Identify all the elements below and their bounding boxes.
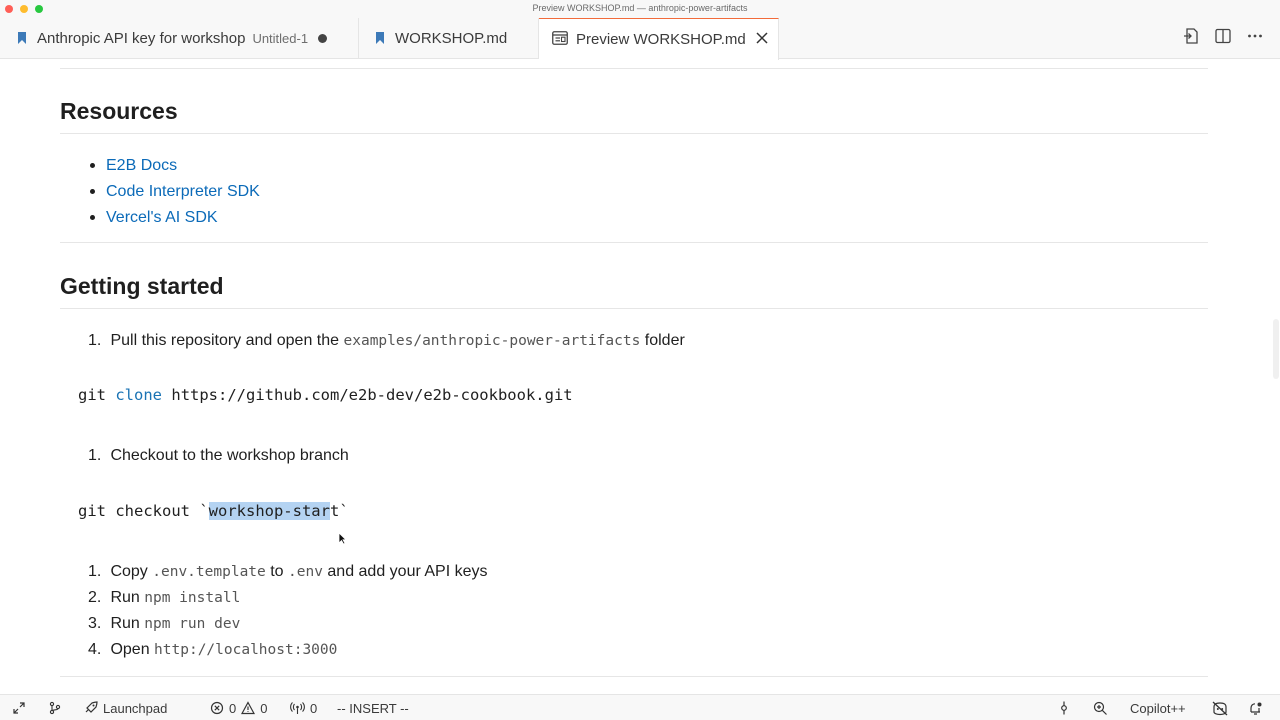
resources-list: E2B Docs Code Interpreter SDK Vercel's A…: [90, 158, 260, 236]
step-text: to: [270, 563, 284, 580]
split-editor-icon[interactable]: [1214, 27, 1232, 50]
git-graph-icon: [48, 701, 62, 715]
status-bar: Launchpad 0 0 0 -- INSERT -- Copilot++: [0, 694, 1280, 720]
zoom-icon: [1093, 701, 1108, 716]
launchpad-button[interactable]: Launchpad: [83, 695, 167, 720]
vertical-scrollbar[interactable]: [1270, 59, 1280, 692]
mouse-cursor-icon: [338, 532, 347, 545]
divider: [60, 308, 1208, 309]
launchpad-label: Launchpad: [103, 700, 168, 716]
scrollbar-thumb[interactable]: [1273, 319, 1279, 379]
copilot-off-icon: [1211, 701, 1229, 716]
vercel-ai-sdk-link[interactable]: Vercel's AI SDK: [106, 209, 218, 226]
tab-label: Anthropic API key for workshop: [37, 30, 246, 47]
preview-icon: [552, 30, 568, 49]
tab-bar: Anthropic API key for workshop Untitled-…: [0, 18, 1280, 60]
remote-icon: [12, 701, 26, 715]
tab-description: Untitled-1: [252, 31, 309, 46]
warning-icon: [241, 701, 256, 715]
remote-indicator[interactable]: [12, 695, 26, 720]
vim-mode-indicator: -- INSERT --: [337, 700, 409, 716]
code-token: git checkout `: [78, 502, 209, 520]
inline-code: .env.template: [152, 564, 266, 580]
step-number: 4.: [88, 641, 102, 658]
unsaved-dot-icon[interactable]: [318, 34, 328, 43]
e2b-docs-link[interactable]: E2B Docs: [106, 157, 177, 174]
zoom-indicator[interactable]: [1093, 695, 1108, 720]
error-count: 0: [229, 700, 237, 716]
step-checkout-branch: 1. Checkout to the workshop branch: [88, 447, 349, 465]
code-keyword: clone: [115, 386, 163, 404]
title-bar: Preview WORKSHOP.md — anthropic-power-ar…: [0, 0, 1280, 18]
close-tab-icon[interactable]: [756, 31, 768, 48]
code-token: https://github.com/e2b-dev/e2b-cookbook.…: [171, 386, 573, 404]
markdown-preview[interactable]: Resources E2B Docs Code Interpreter SDK …: [0, 59, 1280, 692]
copilot-status[interactable]: Copilot++: [1130, 695, 1186, 720]
step-text: Open: [110, 641, 150, 658]
editor-actions: [1182, 18, 1264, 59]
error-icon: [210, 701, 224, 715]
markdown-icon: [375, 32, 385, 45]
divider: [60, 133, 1208, 134]
step-text: and add your API keys: [327, 563, 488, 580]
step-text: folder: [644, 332, 685, 349]
step-number: 1.: [88, 563, 102, 580]
list-item: E2B Docs: [90, 158, 260, 184]
divider: [60, 676, 1208, 677]
resources-heading: Resources: [60, 98, 178, 124]
problems-indicator[interactable]: 0 0: [210, 695, 267, 720]
step-text: Run: [110, 615, 140, 632]
window-title: Preview WORKSHOP.md — anthropic-power-ar…: [532, 3, 748, 13]
inline-code: examples/anthropic-power-artifacts: [343, 333, 641, 349]
broadcast-icon: [290, 701, 305, 715]
divider: [60, 242, 1208, 243]
ports-count: 0: [310, 700, 318, 716]
rocket-icon: [83, 701, 98, 715]
code-token: git: [78, 386, 106, 404]
source-control-indicator[interactable]: [48, 695, 62, 720]
step-npm-install: 2. Run npm install: [88, 589, 240, 607]
copilot-disabled-indicator[interactable]: [1211, 695, 1229, 720]
code-interpreter-sdk-link[interactable]: Code Interpreter SDK: [106, 183, 260, 200]
tab-untitled-1[interactable]: Anthropic API key for workshop Untitled-…: [0, 18, 359, 59]
step-text: Checkout to the workshop branch: [110, 447, 349, 464]
code-block-git-checkout[interactable]: git checkout `workshop-start`: [78, 502, 349, 520]
divider: [60, 68, 1208, 69]
tab-workshop-md[interactable]: WORKSHOP.md: [359, 18, 539, 59]
git-commit-icon: [1058, 701, 1070, 715]
code-token: `: [339, 502, 349, 520]
step-open-localhost: 4. Open http://localhost:3000: [88, 641, 337, 659]
step-number: 2.: [88, 589, 102, 606]
commit-indicator[interactable]: [1058, 695, 1070, 720]
code-block-git-clone[interactable]: git clone https://github.com/e2b-dev/e2b…: [78, 386, 573, 404]
step-pull-repository: 1. Pull this repository and open the exa…: [88, 332, 685, 350]
selected-text: workshop-star: [208, 502, 330, 520]
ports-indicator[interactable]: 0: [290, 695, 317, 720]
getting-started-heading: Getting started: [60, 273, 224, 299]
step-copy-env: 1. Copy .env.template to .env and add yo…: [88, 563, 488, 581]
step-number: 1.: [88, 332, 102, 349]
step-npm-run-dev: 3. Run npm run dev: [88, 615, 240, 633]
inline-code: npm run dev: [144, 616, 241, 632]
code-token: t: [329, 502, 340, 520]
bell-dot-icon: [1248, 701, 1263, 716]
step-text: Run: [110, 589, 140, 606]
step-text: Pull this repository and open the: [110, 332, 340, 349]
tab-label: Preview WORKSHOP.md: [576, 31, 746, 48]
step-number: 1.: [88, 447, 102, 464]
notifications-button[interactable]: [1248, 695, 1263, 720]
inline-code: .env: [288, 564, 323, 580]
warning-count: 0: [260, 700, 268, 716]
open-source-icon[interactable]: [1182, 27, 1200, 50]
inline-code: npm install: [144, 590, 241, 606]
tab-preview-workshop-md[interactable]: Preview WORKSHOP.md: [539, 18, 779, 60]
step-text: Copy: [110, 563, 148, 580]
list-item: Vercel's AI SDK: [90, 210, 260, 236]
step-number: 3.: [88, 615, 102, 632]
markdown-icon: [17, 32, 27, 45]
list-item: Code Interpreter SDK: [90, 184, 260, 210]
more-actions-icon[interactable]: [1246, 27, 1264, 50]
inline-code: http://localhost:3000: [154, 642, 338, 658]
tab-label: WORKSHOP.md: [395, 30, 508, 47]
